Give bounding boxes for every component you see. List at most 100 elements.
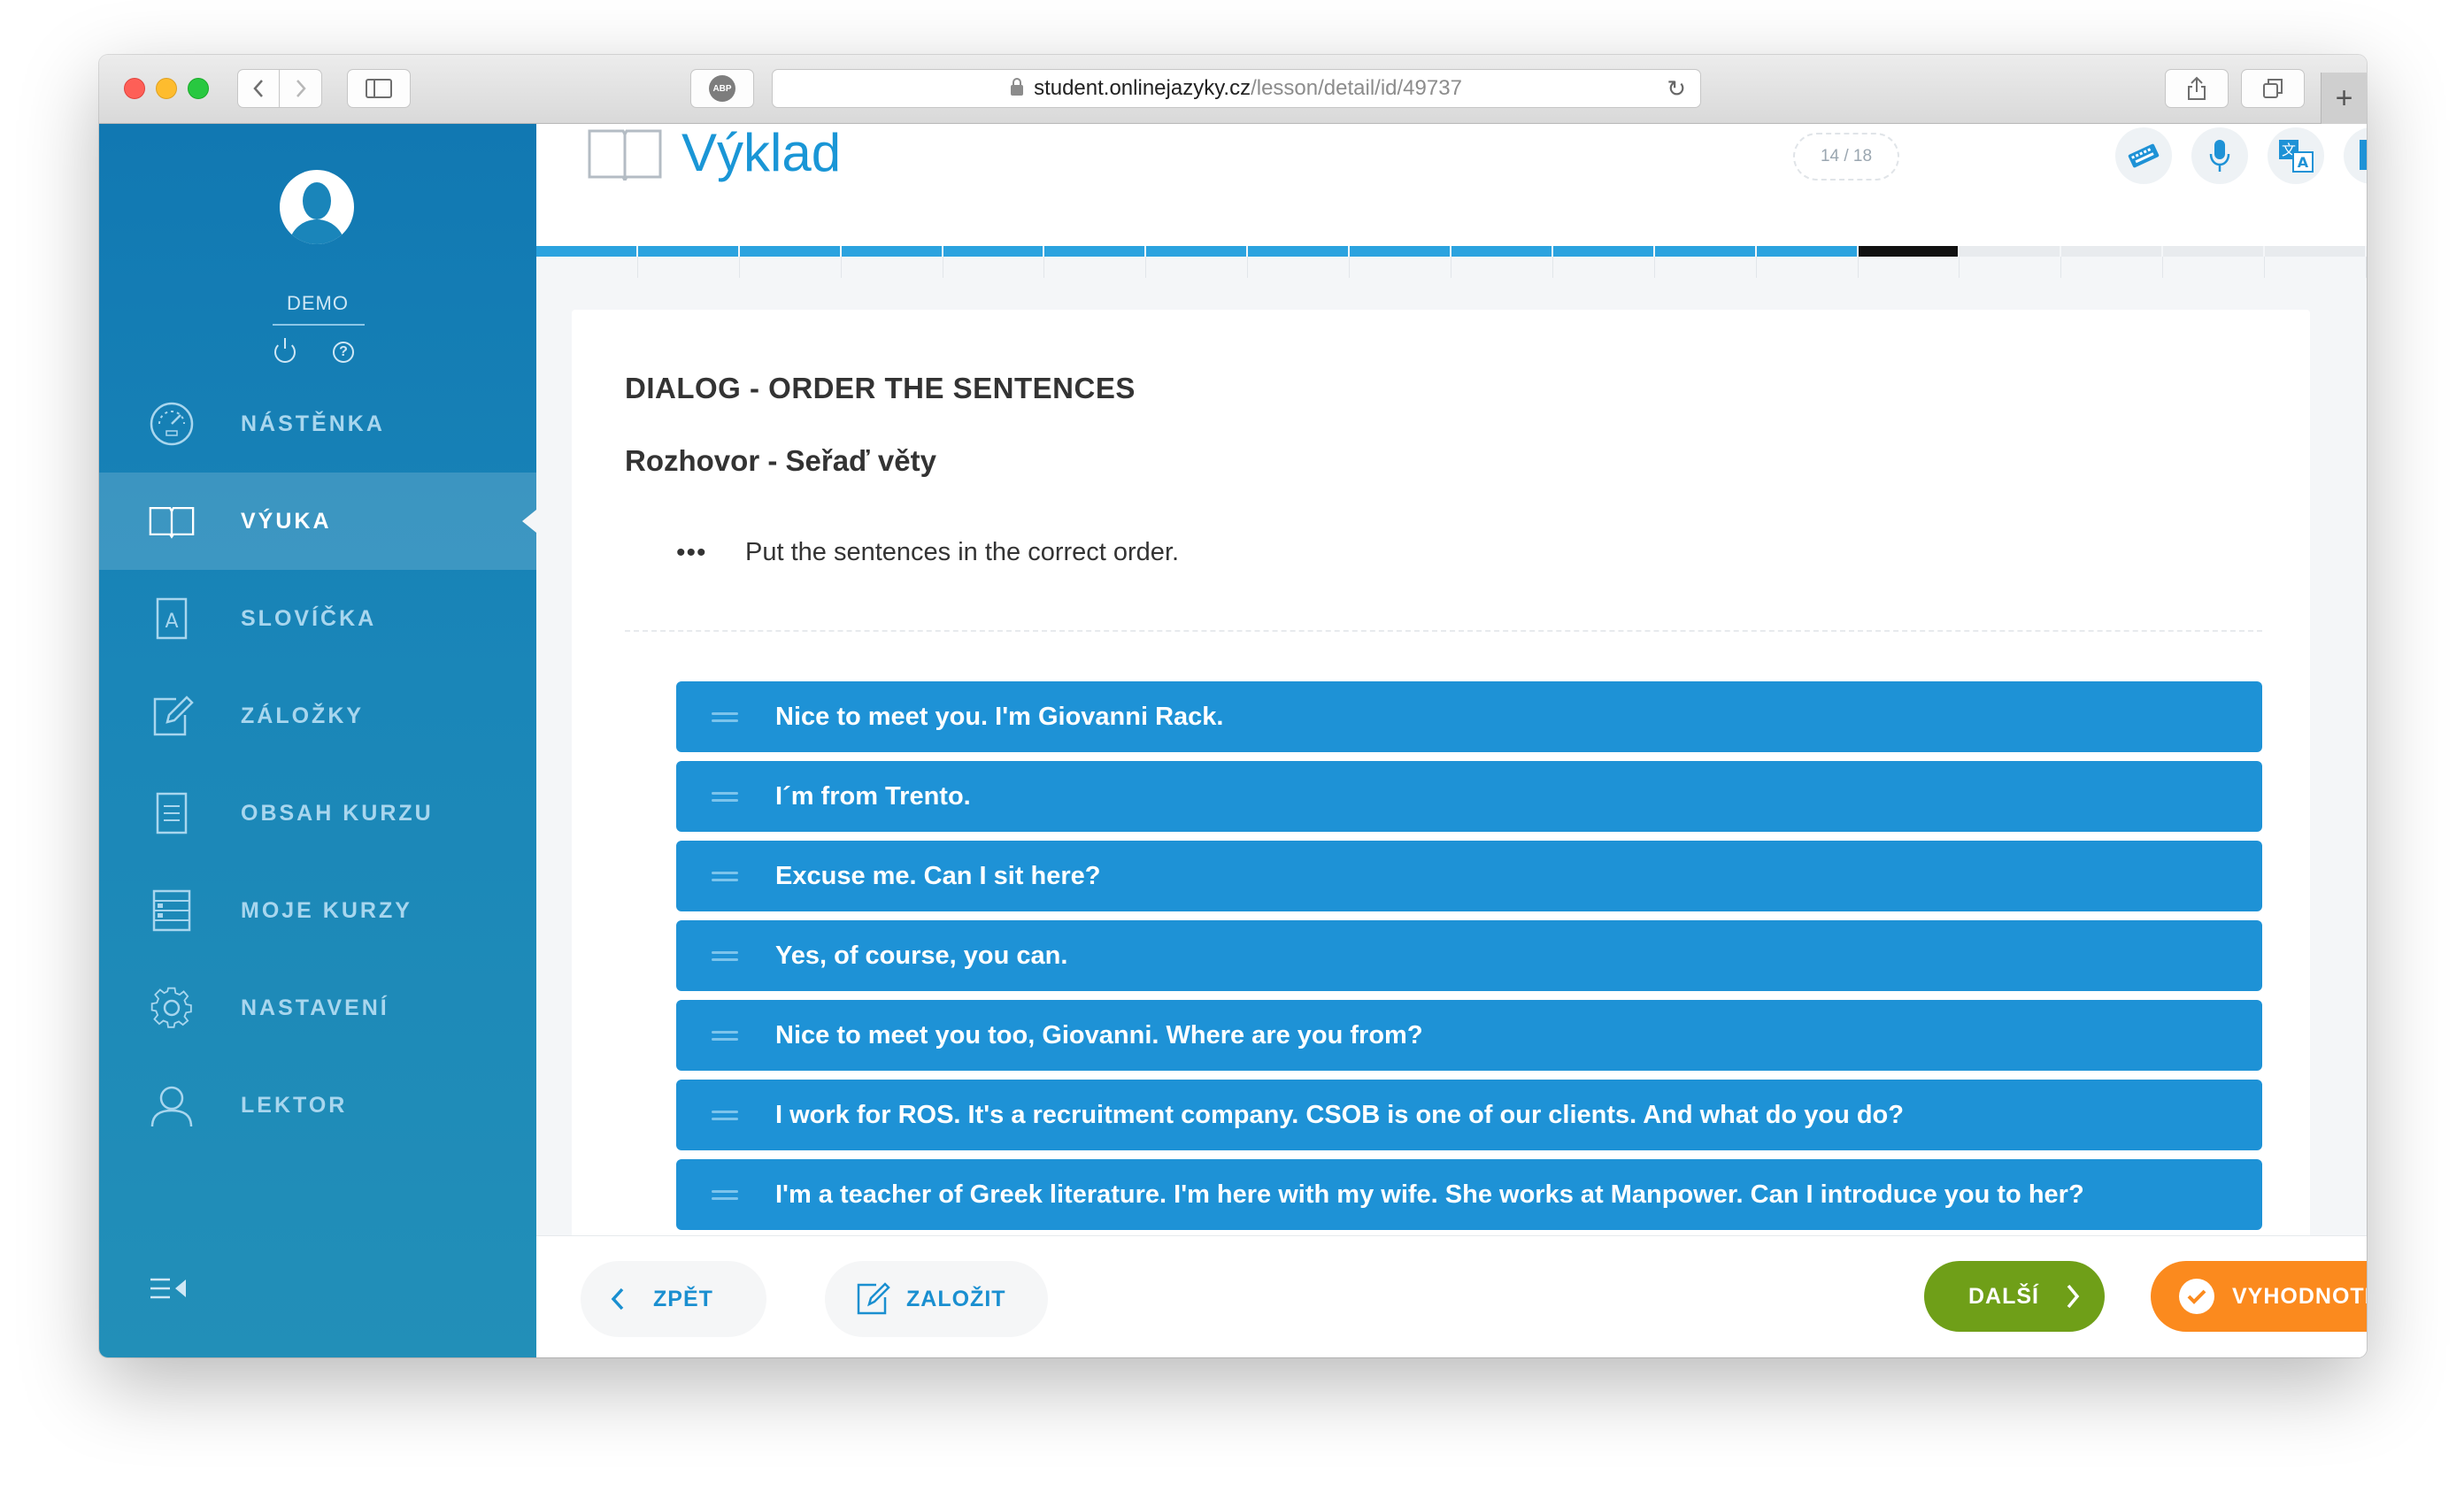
progress-segment[interactable] xyxy=(1451,246,1552,257)
url-host: student.onlinejazyky.cz xyxy=(1034,76,1251,100)
progress-segment[interactable] xyxy=(2061,246,2162,257)
chevron-right-icon xyxy=(2067,1284,2080,1309)
address-bar[interactable]: student.onlinejazyky.cz/lesson/detail/id… xyxy=(772,69,1701,108)
browser-back-button[interactable] xyxy=(237,69,280,108)
progress-tick xyxy=(1451,257,1553,278)
sidebar-item-label: MOJE KURZY xyxy=(241,897,412,923)
share-button[interactable] xyxy=(2165,69,2229,108)
microphone-button[interactable] xyxy=(2191,127,2248,184)
chevron-left-icon xyxy=(611,1288,624,1311)
drag-handle-icon[interactable] xyxy=(712,708,738,726)
sidebar-item-moje-kurzy[interactable]: MOJE KURZY xyxy=(99,862,536,959)
more-dots-icon: ••• xyxy=(676,538,707,567)
drag-handle-icon[interactable] xyxy=(712,1106,738,1125)
sidebar-item-vyuka[interactable]: VÝUKA xyxy=(99,473,536,570)
close-window-button[interactable] xyxy=(124,78,145,99)
new-tab-button[interactable]: + xyxy=(2321,73,2367,124)
progress-segment[interactable] xyxy=(1146,246,1247,257)
lesson-counter: 14 / 18 xyxy=(1793,133,1899,181)
progress-segment[interactable] xyxy=(1960,246,2060,257)
translate-icon: 文A xyxy=(2279,140,2314,173)
sidebar-item-label: VÝUKA xyxy=(241,508,332,534)
lesson-header: Výklad 14 / 18 文A xyxy=(536,123,2367,246)
progress-segment[interactable] xyxy=(1552,246,1653,257)
url-path: /lesson/detail/id/49737 xyxy=(1251,76,1462,100)
user-icon xyxy=(149,1082,195,1128)
progress-tick xyxy=(943,257,1045,278)
divider xyxy=(625,630,2262,632)
drag-handle-icon[interactable] xyxy=(712,1026,738,1045)
evaluate-button[interactable]: VYHODNOTIT xyxy=(2151,1261,2367,1332)
next-button[interactable]: DALŠÍ xyxy=(1924,1261,2105,1332)
sentence-item[interactable]: Nice to meet you. I'm Giovanni Rack. xyxy=(676,681,2262,752)
sidebar-item-slovicka[interactable]: A SLOVÍČKA xyxy=(99,570,536,667)
exercise-heading: DIALOG - ORDER THE SENTENCES xyxy=(625,372,1136,404)
power-icon[interactable] xyxy=(274,338,296,363)
progress-segment[interactable] xyxy=(841,246,942,257)
browser-forward-button[interactable] xyxy=(280,69,322,108)
progress-segment[interactable] xyxy=(943,246,1043,257)
username[interactable]: DEMO xyxy=(99,292,536,315)
add-note-button[interactable] xyxy=(2344,127,2367,184)
avatar[interactable] xyxy=(280,170,354,244)
progress-segment[interactable] xyxy=(637,246,738,257)
progress-segment[interactable] xyxy=(1350,246,1451,257)
progress-segment[interactable] xyxy=(739,246,840,257)
sentence-item[interactable]: Yes, of course, you can. xyxy=(676,920,2262,991)
progress-tick xyxy=(2265,257,2367,278)
keyboard-button[interactable] xyxy=(2115,127,2172,184)
sidebar-item-nastenka[interactable]: NÁSTĚNKA xyxy=(99,375,536,473)
avatar-head xyxy=(303,182,331,219)
reload-icon[interactable]: ↻ xyxy=(1667,75,1686,103)
microphone-icon xyxy=(2209,140,2230,172)
adblock-extension-button[interactable]: ABP xyxy=(690,69,754,108)
keyboard-icon xyxy=(2128,143,2160,168)
sidebar-item-nastaveni[interactable]: NASTAVENÍ xyxy=(99,959,536,1057)
sentence-item[interactable]: I work for ROS. It's a recruitment compa… xyxy=(676,1080,2262,1150)
progress-tick xyxy=(740,257,842,278)
progress-tick xyxy=(1655,257,1757,278)
sentence-text: Nice to meet you. I'm Giovanni Rack. xyxy=(775,702,1224,731)
bookmark-button[interactable]: ZALOŽIT xyxy=(825,1261,1048,1337)
lock-icon xyxy=(1011,78,1024,96)
sidebar: DEMO ? NÁSTĚNKA VÝUKA A SLOVÍČKA ZÁLOŽKY… xyxy=(99,124,536,1357)
username-underline xyxy=(273,324,365,326)
sentence-item[interactable]: Excuse me. Can I sit here? xyxy=(676,841,2262,911)
progress-segment[interactable] xyxy=(1756,246,1857,257)
sentence-item[interactable]: I'm a teacher of Greek literature. I'm h… xyxy=(676,1159,2262,1230)
sidebar-item-obsah-kurzu[interactable]: OBSAH KURZU xyxy=(99,765,536,862)
translate-button[interactable]: 文A xyxy=(2268,127,2324,184)
zoom-window-button[interactable] xyxy=(188,78,209,99)
progress-segment[interactable] xyxy=(2265,246,2366,257)
browser-titlebar: ABP student.onlinejazyky.cz/lesson/detai… xyxy=(99,55,2367,124)
help-icon[interactable]: ? xyxy=(333,342,354,363)
progress-segment[interactable] xyxy=(1654,246,1755,257)
minimize-window-button[interactable] xyxy=(156,78,177,99)
drag-handle-icon[interactable] xyxy=(712,1186,738,1204)
collapse-menu-icon[interactable] xyxy=(149,1276,191,1301)
drag-handle-icon[interactable] xyxy=(712,867,738,886)
progress-segment[interactable] xyxy=(536,246,636,257)
progress-segment[interactable] xyxy=(2163,246,2264,257)
progress-tick xyxy=(1553,257,1655,278)
sidebar-nav: NÁSTĚNKA VÝUKA A SLOVÍČKA ZÁLOŽKY OBSAH … xyxy=(99,375,536,1154)
lesson-footer: ZPĚT ZALOŽIT DALŠÍ VYHODNOTIT xyxy=(536,1235,2367,1357)
progress-tick xyxy=(1757,257,1859,278)
sentence-item[interactable]: I´m from Trento. xyxy=(676,761,2262,832)
sidebar-item-lektor[interactable]: LEKTOR xyxy=(99,1057,536,1154)
sidebar-item-zalozky[interactable]: ZÁLOŽKY xyxy=(99,667,536,765)
drag-handle-icon[interactable] xyxy=(712,788,738,806)
sentence-item[interactable]: Nice to meet you too, Giovanni. Where ar… xyxy=(676,1000,2262,1071)
tab-overview-button[interactable] xyxy=(2241,69,2305,108)
progress-segment[interactable] xyxy=(1248,246,1349,257)
sentence-text: Yes, of course, you can. xyxy=(775,941,1068,970)
browser-sidebar-button[interactable] xyxy=(347,69,411,108)
progress-segment[interactable] xyxy=(1858,246,1959,257)
edit-note-icon xyxy=(149,693,195,739)
dictionary-icon: A xyxy=(149,596,195,642)
adblock-icon: ABP xyxy=(709,75,735,102)
exercise-instruction: Put the sentences in the correct order. xyxy=(745,538,1180,566)
drag-handle-icon[interactable] xyxy=(712,947,738,965)
back-button[interactable]: ZPĚT xyxy=(581,1261,766,1337)
progress-segment[interactable] xyxy=(1044,246,1145,257)
